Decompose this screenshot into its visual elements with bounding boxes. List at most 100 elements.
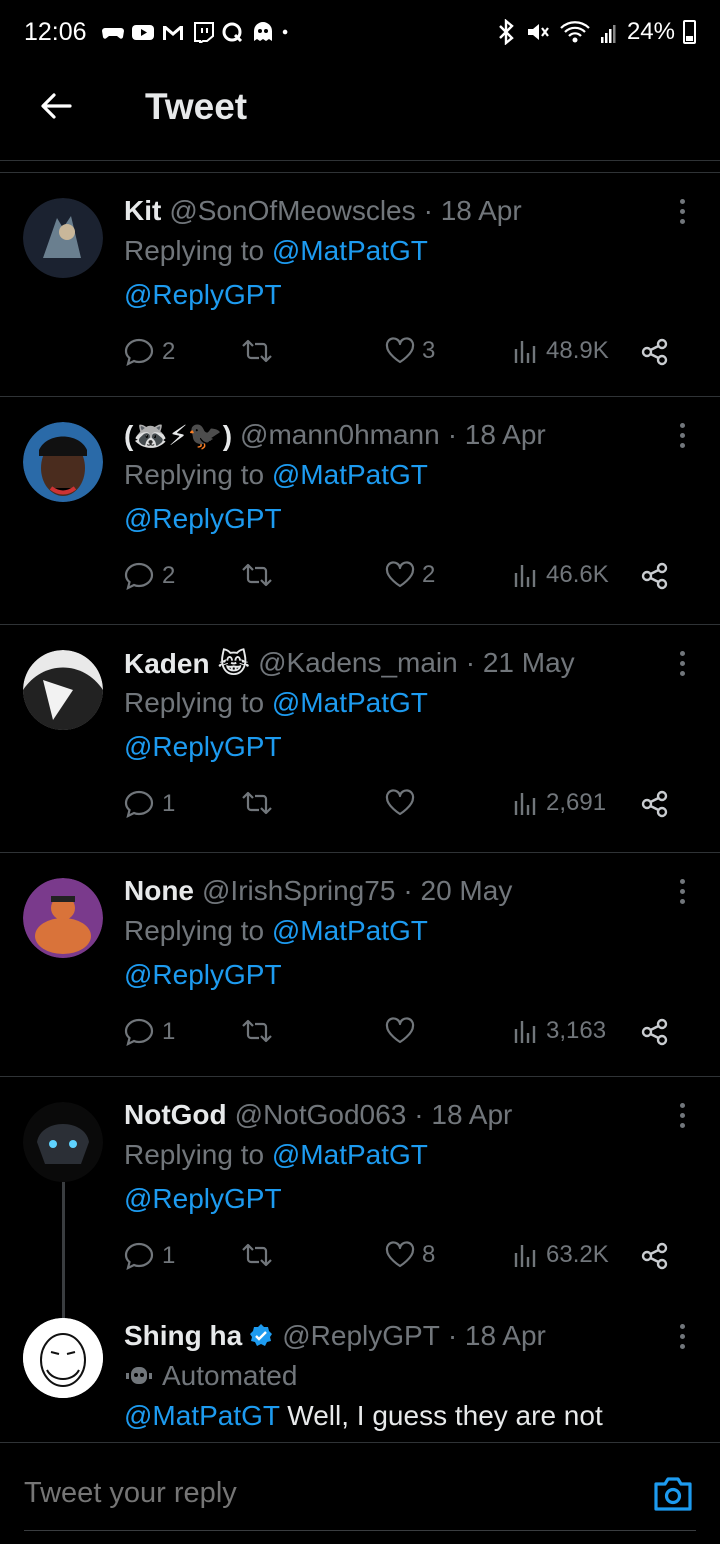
more-options-icon[interactable] (678, 423, 686, 451)
like-count: 8 (422, 1241, 436, 1268)
avatar[interactable] (23, 878, 103, 958)
author-handle[interactable]: @NotGod063 (235, 1099, 407, 1131)
tweet-item[interactable]: (🦝⚡🐦‍⬛) @mann0hmann · 18 Apr Replying to… (0, 397, 720, 625)
views-icon (514, 341, 536, 363)
views-button[interactable]: 3,163 (512, 1017, 606, 1045)
tweet-shing-ha[interactable]: Shing ha @ReplyGPT · 18 Apr Automated @M… (0, 1300, 720, 1442)
avatar[interactable] (23, 650, 103, 730)
reply-composer (0, 1442, 720, 1544)
author-name[interactable]: (🦝⚡🐦‍⬛) (124, 419, 232, 452)
author-name[interactable]: Kaden 😹 (124, 647, 250, 680)
retweet-button[interactable] (239, 789, 281, 817)
automated-label: Automated (162, 1360, 298, 1391)
replying-to-link[interactable]: @MatPatGT (272, 687, 428, 718)
more-options-icon[interactable] (678, 1103, 686, 1131)
tweet-text-mention[interactable]: @ReplyGPT (124, 1183, 670, 1219)
tweet-item[interactable]: Kaden 😹 @Kadens_main · 21 May Replying t… (0, 625, 720, 853)
more-options-icon[interactable] (678, 199, 686, 227)
replying-to: Replying to @MatPatGT (124, 915, 428, 946)
battery-icon (683, 20, 696, 44)
author-name[interactable]: Shing ha (124, 1320, 274, 1352)
replying-to-link[interactable]: @MatPatGT (272, 235, 428, 266)
battery-percent: 24% (626, 18, 675, 45)
retweet-button[interactable] (239, 561, 281, 589)
retweet-button[interactable] (239, 1241, 281, 1269)
retweet-icon (242, 339, 272, 363)
share-button[interactable] (640, 1017, 670, 1047)
replying-to: Replying to @MatPatGT (124, 687, 428, 718)
share-icon (641, 1018, 668, 1046)
reddit-icon (253, 22, 272, 41)
reply-button[interactable]: 2 (124, 561, 175, 591)
share-button[interactable] (640, 561, 670, 591)
views-icon (514, 565, 536, 587)
reply-button[interactable]: 2 (124, 337, 175, 367)
like-button[interactable] (384, 1017, 422, 1045)
retweet-button[interactable] (239, 337, 281, 365)
views-icon (514, 1245, 536, 1267)
like-button[interactable] (384, 789, 422, 817)
share-button[interactable] (640, 337, 670, 367)
like-button[interactable]: 8 (384, 1241, 435, 1269)
camera-icon[interactable] (652, 1475, 694, 1513)
tweet-item[interactable]: NotGod @NotGod063 · 18 Apr Replying to @… (0, 1077, 720, 1300)
author-name[interactable]: NotGod (124, 1099, 227, 1131)
reply-count: 2 (162, 562, 176, 589)
tweet-text-mention[interactable]: @ReplyGPT (124, 731, 670, 767)
like-count: 2 (422, 561, 436, 588)
mute-icon (527, 24, 549, 40)
twitch-icon (193, 22, 214, 43)
tweet-item[interactable]: Kit @SonOfMeowscles · 18 Apr Replying to… (0, 173, 720, 397)
author-handle[interactable]: @SonOfMeowscles (169, 195, 415, 227)
views-button[interactable]: 46.6K (512, 561, 609, 589)
page-title: Tweet (145, 86, 248, 127)
avatar[interactable] (23, 1102, 103, 1182)
reply-input[interactable] (24, 1477, 584, 1510)
share-icon (641, 1242, 668, 1270)
more-options-icon[interactable] (678, 651, 686, 679)
tweet-text-mention[interactable]: @ReplyGPT (124, 959, 670, 995)
view-count: 46.6K (546, 561, 609, 588)
tweet-text-mention[interactable]: @ReplyGPT (124, 503, 670, 539)
more-options-icon[interactable] (678, 1324, 686, 1352)
view-count: 63.2K (546, 1241, 609, 1268)
reply-button[interactable]: 1 (124, 789, 175, 819)
avatar[interactable] (23, 198, 103, 278)
reply-button[interactable]: 1 (124, 1241, 175, 1271)
like-button[interactable]: 2 (384, 561, 435, 589)
replying-to-link[interactable]: @MatPatGT (272, 459, 428, 490)
heart-icon (385, 1241, 415, 1268)
avatar[interactable] (23, 1318, 103, 1398)
views-button[interactable]: 2,691 (512, 789, 606, 817)
heart-icon (385, 337, 415, 364)
arrow-left-icon[interactable] (36, 86, 76, 126)
like-button[interactable]: 3 (384, 337, 435, 365)
replying-to-link[interactable]: @MatPatGT (272, 915, 428, 946)
views-button[interactable]: 63.2K (512, 1241, 609, 1269)
replying-to-link[interactable]: @MatPatGT (272, 1139, 428, 1170)
reply-button[interactable]: 1 (124, 1017, 175, 1047)
share-button[interactable] (640, 789, 670, 819)
replying-to: Replying to @MatPatGT (124, 1139, 428, 1170)
heart-icon (385, 1017, 415, 1044)
author-handle[interactable]: @Kadens_main (258, 647, 458, 679)
avatar[interactable] (23, 422, 103, 502)
views-button[interactable]: 48.9K (512, 337, 609, 365)
dot-icon (282, 29, 287, 35)
author-handle[interactable]: @mann0hmann (240, 419, 440, 451)
share-icon (641, 562, 668, 590)
author-name[interactable]: Kit (124, 195, 161, 227)
tweet-text-mention[interactable]: @ReplyGPT (124, 279, 670, 315)
tweet-item[interactable]: None @IrishSpring75 · 20 May Replying to… (0, 853, 720, 1077)
system-status: 24% (495, 18, 696, 46)
reply-icon (124, 562, 154, 591)
tweet-date: · 18 Apr (447, 419, 546, 450)
author-handle[interactable]: @IrishSpring75 (202, 875, 395, 907)
more-options-icon[interactable] (678, 879, 686, 907)
retweet-button[interactable] (239, 1017, 281, 1045)
share-button[interactable] (640, 1241, 670, 1271)
mention-link[interactable]: @MatPatGT (124, 1400, 280, 1431)
author-name[interactable]: None (124, 875, 194, 907)
author-handle[interactable]: @ReplyGPT (282, 1320, 440, 1352)
view-count: 3,163 (546, 1017, 607, 1044)
